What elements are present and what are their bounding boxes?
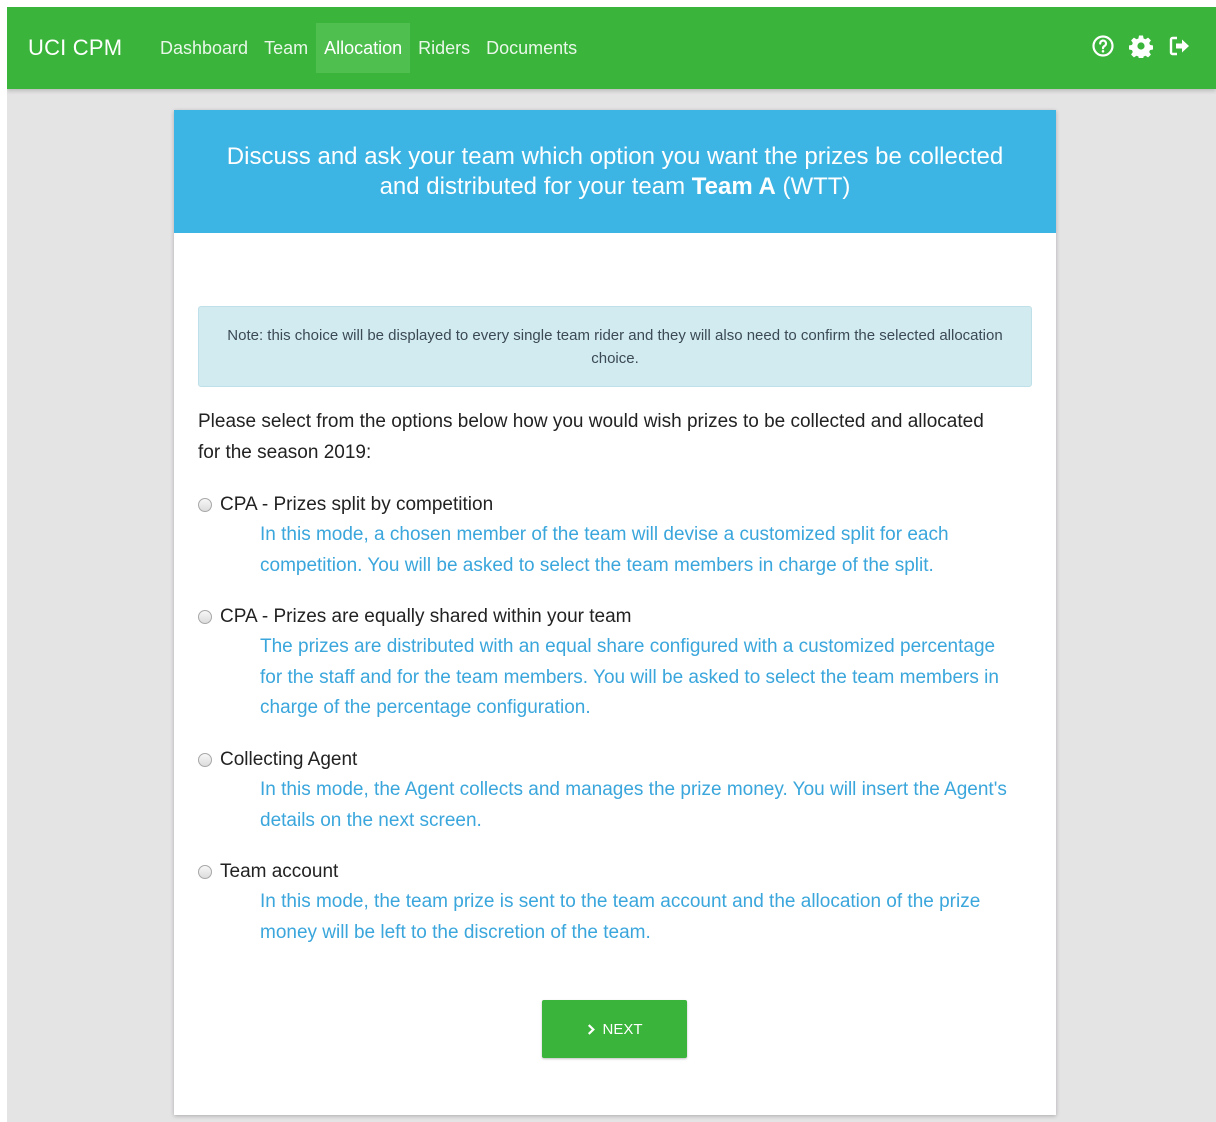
app-viewport: UCI CPM Dashboard Team Allocation Riders… (7, 7, 1216, 1122)
gear-icon[interactable] (1129, 34, 1153, 58)
option-label[interactable]: CPA - Prizes are equally shared within y… (220, 606, 632, 628)
help-circle-icon[interactable] (1091, 34, 1115, 58)
chevron-right-icon (588, 1023, 596, 1035)
option-description: In this mode, the Agent collects and man… (260, 779, 1007, 831)
option-label[interactable]: Team account (220, 861, 338, 883)
nav-item-documents[interactable]: Documents (478, 23, 585, 73)
info-note: Note: this choice will be displayed to e… (198, 306, 1032, 387)
brand-logo[interactable]: UCI CPM (28, 7, 122, 89)
option-collecting-agent: Collecting Agent In this mode, the Agent… (198, 745, 1018, 836)
next-button-label: NEXT (602, 1020, 643, 1038)
nav-links: Dashboard Team Allocation Riders Documen… (152, 23, 585, 73)
option-description: In this mode, the team prize is sent to … (260, 891, 981, 943)
nav-item-allocation[interactable]: Allocation (316, 23, 411, 73)
option-description: In this mode, a chosen member of the tea… (260, 524, 949, 576)
card-header: Discuss and ask your team which option y… (174, 110, 1056, 233)
nav-icons (1091, 34, 1191, 58)
top-navbar: UCI CPM Dashboard Team Allocation Riders… (7, 7, 1216, 89)
option-equally-shared: CPA - Prizes are equally shared within y… (198, 602, 1018, 724)
next-button[interactable]: NEXT (542, 1000, 687, 1058)
nav-item-dashboard[interactable]: Dashboard (152, 23, 256, 73)
nav-item-riders[interactable]: Riders (410, 23, 478, 73)
allocation-card: Discuss and ask your team which option y… (174, 110, 1056, 1115)
option-description: The prizes are distributed with an equal… (260, 636, 999, 718)
team-suffix: (WTT) (775, 172, 851, 200)
option-row[interactable]: Collecting Agent (198, 745, 1018, 775)
radio-button[interactable] (198, 610, 212, 624)
radio-button[interactable] (198, 498, 212, 512)
logout-icon[interactable] (1167, 34, 1191, 58)
info-note-text: Note: this choice will be displayed to e… (227, 326, 1003, 367)
header-line1: Discuss and ask your team which option y… (226, 142, 1004, 170)
header-line2-prefix: and distributed for your team (379, 172, 692, 200)
option-team-account: Team account In this mode, the team priz… (198, 857, 1018, 948)
intro-text: Please select from the options below how… (198, 411, 984, 463)
option-label[interactable]: CPA - Prizes split by competition (220, 494, 493, 516)
nav-item-team[interactable]: Team (256, 23, 316, 73)
option-split-by-competition: CPA - Prizes split by competition In thi… (198, 490, 1018, 581)
option-row[interactable]: Team account (198, 857, 1018, 887)
radio-button[interactable] (198, 753, 212, 767)
team-name: Team A (691, 172, 776, 200)
header-title: Discuss and ask your team which option y… (227, 142, 1003, 202)
option-row[interactable]: CPA - Prizes are equally shared within y… (198, 602, 1018, 632)
option-label[interactable]: Collecting Agent (220, 749, 357, 771)
option-row[interactable]: CPA - Prizes split by competition (198, 490, 1018, 520)
radio-button[interactable] (198, 865, 212, 879)
